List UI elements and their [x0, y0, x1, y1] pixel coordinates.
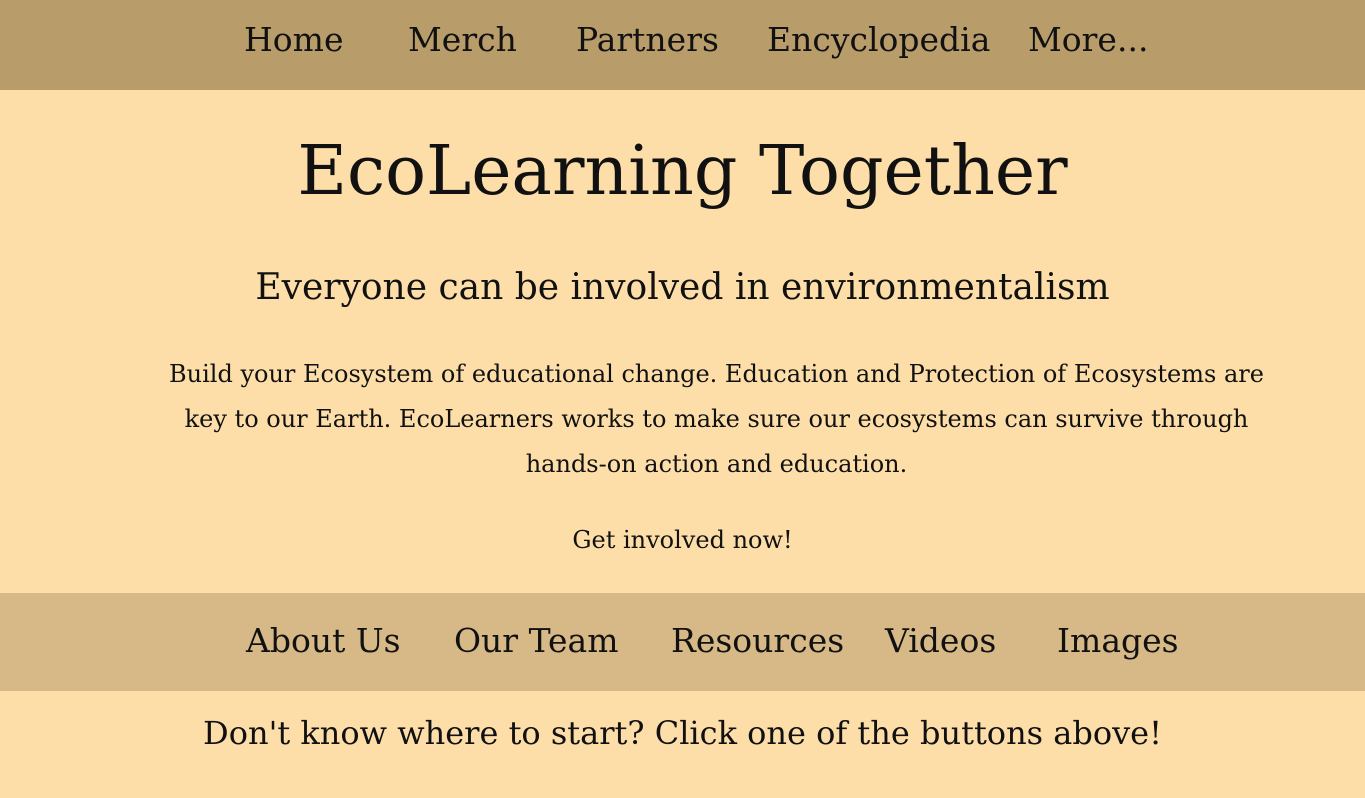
nav-link-home[interactable]: Home [244, 18, 343, 62]
nav-link-encyclopedia[interactable]: Encyclopedia [767, 18, 990, 62]
nav-link-merch[interactable]: Merch [408, 18, 517, 62]
nav-link-partners[interactable]: Partners [576, 18, 719, 62]
call-to-action-text: Get involved now! [572, 526, 793, 554]
intro-paragraph: Build your Ecosystem of educational chan… [169, 360, 1264, 478]
nav-link-more[interactable]: More... [1028, 18, 1148, 62]
page-subtitle: Everyone can be involved in environmenta… [255, 267, 1110, 308]
nav-link-resources[interactable]: Resources [671, 617, 844, 665]
help-text: Don't know where to start? Click one of … [203, 714, 1162, 752]
nav-link-images[interactable]: Images [1057, 617, 1179, 665]
section-navigation-bar: About Us Our Team Resources Videos Image… [0, 593, 1365, 691]
nav-link-videos[interactable]: Videos [885, 617, 996, 665]
top-navigation-bar: Home Merch Partners Encyclopedia More... [0, 0, 1365, 90]
page-title: EcoLearning Together [297, 132, 1068, 211]
nav-link-about-us[interactable]: About Us [246, 617, 401, 665]
nav-link-our-team[interactable]: Our Team [454, 617, 619, 665]
